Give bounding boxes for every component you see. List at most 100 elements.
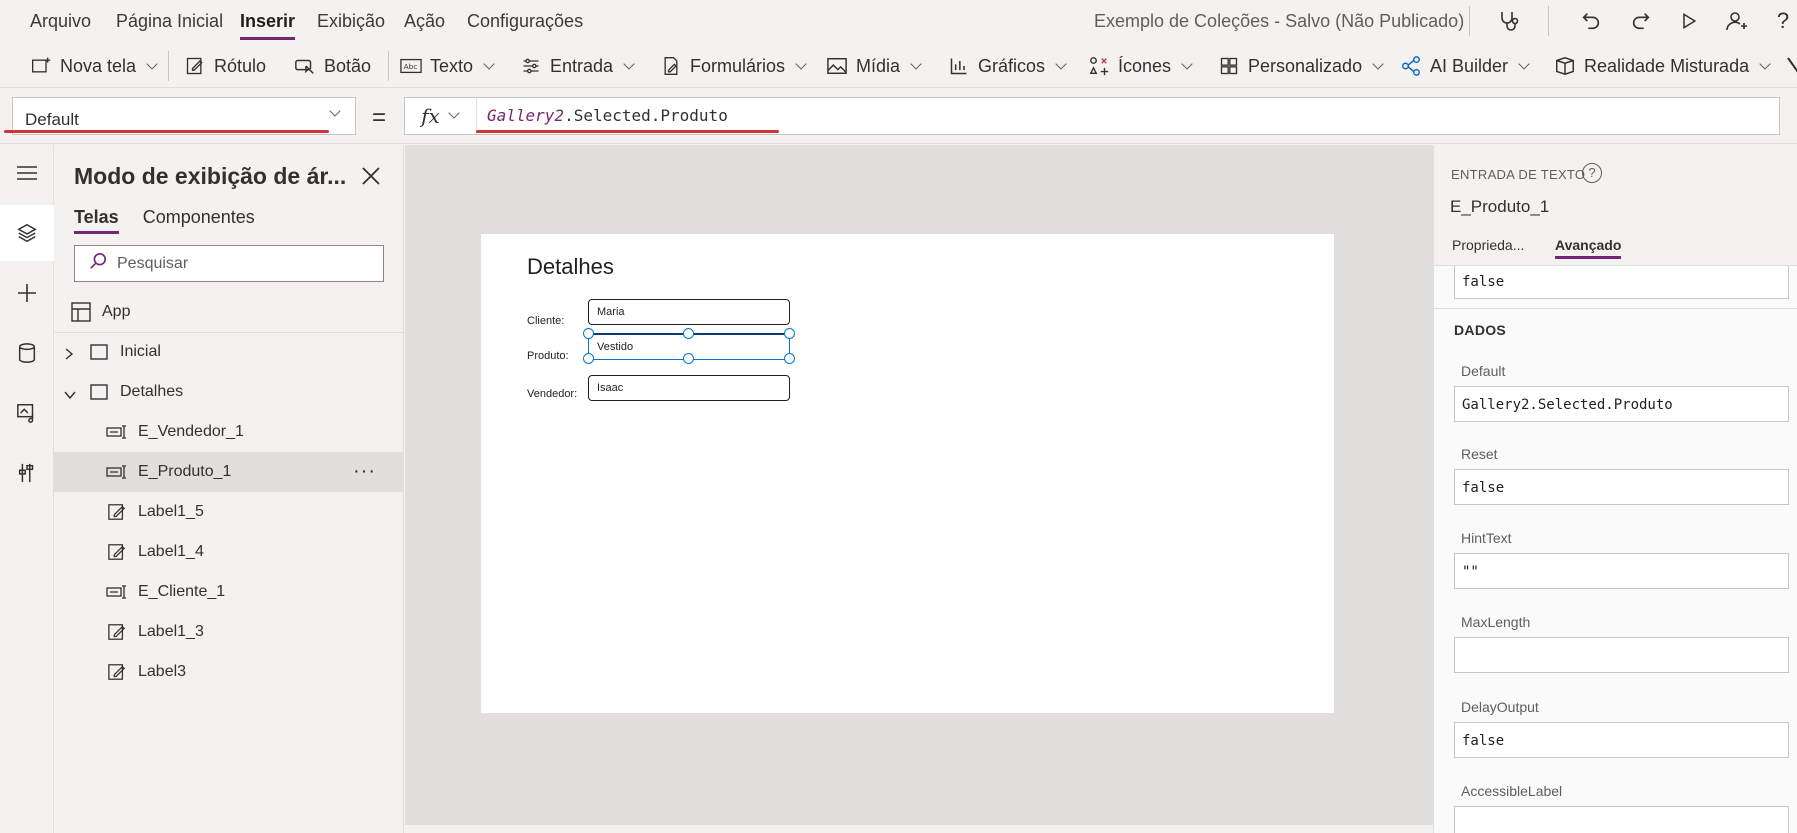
chevron-down-icon[interactable]: [64, 387, 76, 400]
ai-builder-icon: [1400, 55, 1422, 77]
forms-menu-button[interactable]: Formulários: [660, 54, 807, 78]
tree-item-e-produto-1[interactable]: E_Produto_1 ···: [54, 452, 404, 492]
label-edit-icon: [184, 55, 206, 77]
tab-properties[interactable]: Proprieda...: [1452, 237, 1524, 253]
tree-item-e-cliente-1[interactable]: E_Cliente_1: [54, 572, 404, 612]
insert-plus-icon[interactable]: [0, 265, 54, 321]
tree-item-label: E_Vendedor_1: [138, 423, 244, 440]
undo-icon[interactable]: [1576, 6, 1606, 36]
tree-item-label: Label1_5: [138, 503, 204, 520]
canvas-area: Detalhes Cliente: Maria Produto: Vestido…: [405, 145, 1433, 833]
search-input[interactable]: Pesquisar: [74, 245, 384, 282]
tree-item-screen-detalhes[interactable]: Detalhes: [54, 372, 404, 412]
prop-field-default[interactable]: Gallery2.Selected.Produto: [1454, 386, 1789, 422]
chevron-right-icon[interactable]: [64, 347, 74, 360]
prop-field-maxlength[interactable]: [1454, 637, 1789, 673]
resize-handle[interactable]: [784, 353, 795, 364]
horizontal-scrollbar[interactable]: [405, 825, 1433, 833]
divider: [168, 51, 169, 81]
label-edit-icon: [106, 541, 128, 563]
resize-handle[interactable]: [583, 328, 594, 339]
formula-text[interactable]: Gallery2.Selected.Produto: [487, 106, 728, 125]
tree-item-app[interactable]: App: [54, 292, 404, 332]
screen-title[interactable]: Detalhes: [527, 254, 614, 280]
app-screen-detalhes[interactable]: Detalhes Cliente: Maria Produto: Vestido…: [481, 234, 1334, 713]
help-circle-icon[interactable]: ?: [1582, 163, 1602, 183]
fx-button[interactable]: fx: [405, 98, 477, 134]
prop-label-delayoutput: DelayOutput: [1461, 699, 1539, 715]
media-menu-button[interactable]: Mídia: [826, 54, 922, 78]
label-produto[interactable]: Produto:: [527, 350, 569, 362]
data-cylinder-icon[interactable]: [0, 325, 54, 381]
input-cliente[interactable]: Maria: [588, 299, 790, 325]
prop-field-top[interactable]: false: [1454, 266, 1789, 299]
menu-inserir[interactable]: Inserir: [240, 11, 296, 40]
tree-item-e-vendedor-1[interactable]: E_Vendedor_1: [54, 412, 404, 452]
tree-view-panel: Modo de exibição de ár... Telas Componen…: [54, 145, 404, 833]
advanced-tools-icon[interactable]: [0, 445, 54, 501]
icons-menu-label: Ícones: [1118, 55, 1172, 76]
control-name[interactable]: E_Produto_1: [1450, 197, 1549, 217]
new-screen-label: Nova tela: [60, 55, 137, 76]
prop-label-hinttext: HintText: [1461, 530, 1512, 546]
tab-telas[interactable]: Telas: [74, 207, 119, 234]
custom-menu-button[interactable]: Personalizado: [1218, 54, 1384, 78]
more-options-icon[interactable]: ···: [353, 460, 376, 483]
property-dropdown-value: Default: [25, 110, 79, 129]
ribbon-overflow-icon[interactable]: [1786, 52, 1797, 80]
icons-menu-button[interactable]: Ícones: [1088, 54, 1193, 78]
tab-componentes[interactable]: Componentes: [143, 207, 255, 228]
control-type-label: ENTRADA DE TEXTO: [1451, 167, 1586, 182]
label-button[interactable]: Rótulo: [184, 54, 266, 78]
tree-item-screen-inicial[interactable]: Inicial: [54, 332, 404, 372]
new-screen-button[interactable]: Nova tela: [30, 54, 158, 78]
prop-field-reset[interactable]: false: [1454, 469, 1789, 505]
prop-field-delayoutput[interactable]: false: [1454, 722, 1789, 758]
chevron-down-icon: [329, 105, 341, 117]
share-user-icon[interactable]: [1722, 6, 1752, 36]
prop-field-accessiblelabel[interactable]: [1454, 806, 1789, 833]
chart-icon: [948, 55, 970, 77]
resize-handle[interactable]: [784, 328, 795, 339]
label-edit-icon: [106, 661, 128, 683]
mixed-reality-menu-button[interactable]: Realidade Misturada: [1554, 54, 1771, 78]
close-icon[interactable]: [360, 165, 382, 187]
button-button[interactable]: Botão: [294, 54, 371, 78]
menu-pagina-inicial[interactable]: Página Inicial: [116, 11, 223, 32]
advanced-properties-list[interactable]: false DADOS Default Gallery2.Selected.Pr…: [1434, 265, 1797, 833]
tree-item-label1-3[interactable]: Label1_3: [54, 612, 404, 652]
resize-handle[interactable]: [583, 353, 594, 364]
menu-acao[interactable]: Ação: [404, 11, 445, 32]
label-cliente[interactable]: Cliente:: [527, 315, 564, 327]
tree-item-label3[interactable]: Label3: [54, 652, 404, 692]
image-icon: [826, 55, 848, 77]
play-icon[interactable]: [1674, 6, 1704, 36]
input-vendedor[interactable]: Isaac: [588, 375, 790, 401]
label-vendedor[interactable]: Vendedor:: [527, 388, 577, 400]
hamburger-menu-icon[interactable]: [0, 145, 54, 201]
text-input-icon: [106, 421, 128, 443]
ai-builder-menu-button[interactable]: AI Builder: [1400, 54, 1530, 78]
app-icon: [70, 301, 92, 323]
tree-view-icon[interactable]: [0, 205, 54, 261]
media-icon[interactable]: [0, 385, 54, 441]
tree-item-label1-5[interactable]: Label1_5: [54, 492, 404, 532]
resize-handle[interactable]: [683, 353, 694, 364]
menu-configuracoes[interactable]: Configurações: [467, 11, 583, 32]
app-title: Exemplo de Coleções - Salvo (Não Publica…: [1094, 11, 1465, 31]
icons-icon: [1088, 55, 1110, 77]
input-menu-button[interactable]: Entrada: [520, 54, 635, 78]
menu-exibicao[interactable]: Exibição: [317, 11, 385, 32]
menu-arquivo[interactable]: Arquivo: [30, 11, 91, 32]
new-screen-icon: [30, 55, 52, 77]
tree-item-label1-4[interactable]: Label1_4: [54, 532, 404, 572]
stethoscope-icon[interactable]: [1494, 6, 1524, 36]
text-menu-button[interactable]: Abc Texto: [400, 54, 495, 78]
help-icon[interactable]: ?: [1768, 6, 1797, 36]
custom-grid-icon: [1218, 55, 1240, 77]
charts-menu-button[interactable]: Gráficos: [948, 54, 1067, 78]
tab-advanced[interactable]: Avançado: [1555, 237, 1622, 259]
prop-field-hinttext[interactable]: "": [1454, 553, 1789, 589]
resize-handle[interactable]: [683, 328, 694, 339]
redo-icon[interactable]: [1626, 6, 1656, 36]
